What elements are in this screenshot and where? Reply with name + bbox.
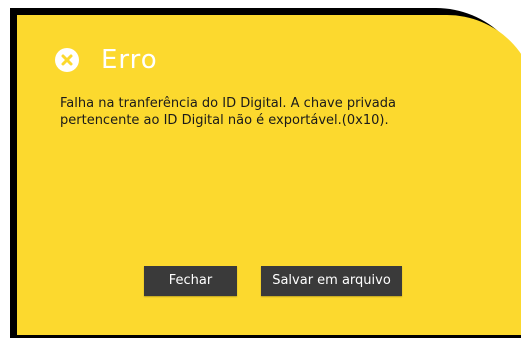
error-message-line-2: pertencente ao ID Digital não é exportáv… xyxy=(60,113,389,128)
error-dialog: Erro Falha na tranferência do ID Digital… xyxy=(17,15,521,335)
dialog-title: Erro xyxy=(101,45,158,75)
error-message-line-1: Falha na tranferência do ID Digital. A c… xyxy=(60,96,396,111)
dialog-header: Erro xyxy=(55,45,158,75)
screen: Erro Falha na tranferência do ID Digital… xyxy=(0,0,521,338)
close-button[interactable]: Fechar xyxy=(144,266,237,296)
error-message: Falha na tranferência do ID Digital. A c… xyxy=(60,95,500,129)
close-icon xyxy=(55,48,79,72)
save-to-file-button[interactable]: Salvar em arquivo xyxy=(261,266,402,296)
